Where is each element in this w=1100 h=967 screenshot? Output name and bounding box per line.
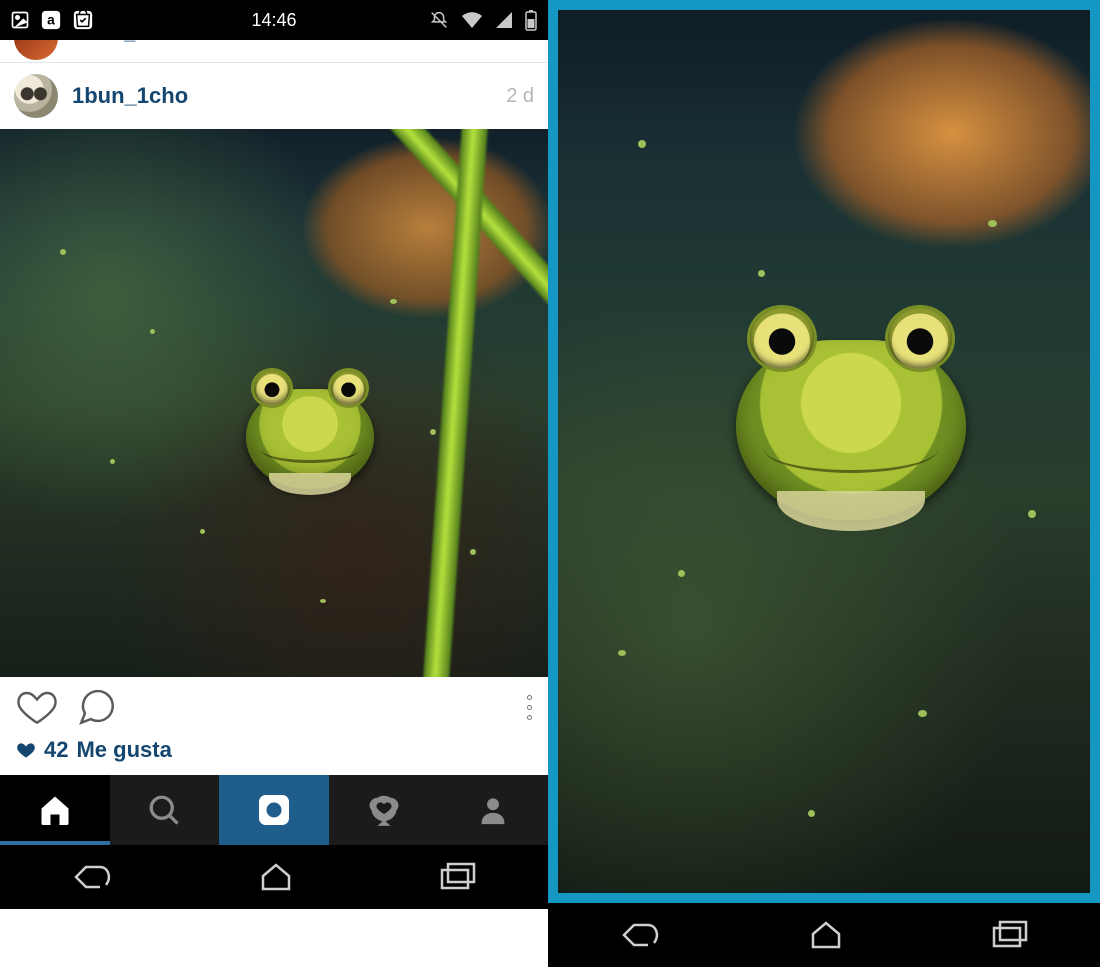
tab-camera[interactable] bbox=[219, 775, 329, 845]
likes-row[interactable]: 42 Me gusta bbox=[0, 737, 548, 775]
username-link[interactable]: 1bun_1cho bbox=[72, 83, 188, 109]
tab-home[interactable] bbox=[0, 775, 110, 845]
android-nav-bar bbox=[0, 845, 548, 909]
post-header: 1bun_1cho 2 d bbox=[0, 63, 548, 129]
shopping-icon bbox=[72, 9, 94, 31]
nav-recent-button[interactable] bbox=[436, 860, 478, 894]
instagram-tab-bar bbox=[0, 775, 548, 845]
tab-search[interactable] bbox=[110, 775, 220, 845]
nav-back-button[interactable] bbox=[618, 917, 664, 953]
more-options-button[interactable] bbox=[527, 695, 532, 720]
tab-profile[interactable] bbox=[438, 775, 548, 845]
amazon-icon: a bbox=[40, 9, 62, 31]
android-nav-bar bbox=[548, 903, 1100, 967]
nav-recent-button[interactable] bbox=[988, 918, 1030, 952]
picture-icon bbox=[10, 10, 30, 30]
avatar[interactable] bbox=[14, 40, 58, 60]
avatar[interactable] bbox=[14, 74, 58, 118]
vibrate-icon bbox=[428, 9, 450, 31]
likes-label: Me gusta bbox=[76, 737, 171, 763]
wifi-icon bbox=[460, 10, 484, 30]
post-action-bar bbox=[0, 677, 548, 737]
battery-icon bbox=[524, 9, 538, 31]
like-button[interactable] bbox=[16, 686, 58, 728]
nav-home-button[interactable] bbox=[805, 917, 847, 953]
heart-icon bbox=[16, 740, 36, 760]
cell-signal-icon bbox=[494, 10, 514, 30]
likes-count: 42 bbox=[44, 737, 68, 763]
tab-activity[interactable] bbox=[329, 775, 439, 845]
username-link[interactable]: david_d bbox=[72, 40, 148, 45]
post-time: 2 d bbox=[506, 85, 534, 108]
svg-text:a: a bbox=[47, 13, 55, 28]
comment-button[interactable] bbox=[76, 686, 118, 728]
previous-post-row[interactable]: david_d bbox=[0, 40, 548, 62]
post-photo[interactable] bbox=[0, 129, 548, 677]
nav-home-button[interactable] bbox=[255, 859, 297, 895]
photo-viewer[interactable] bbox=[548, 0, 1100, 903]
status-clock: 14:46 bbox=[251, 10, 296, 31]
nav-back-button[interactable] bbox=[70, 859, 116, 895]
android-status-bar: a 14:46 bbox=[0, 0, 548, 40]
